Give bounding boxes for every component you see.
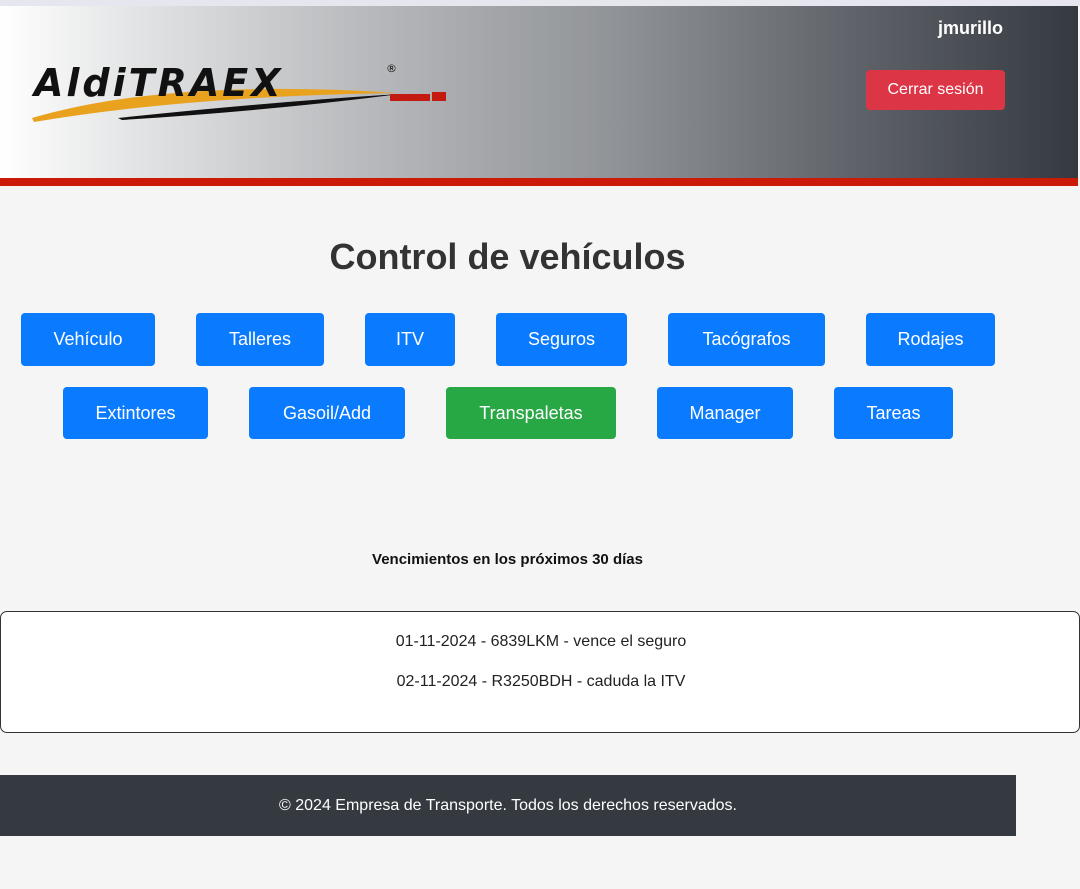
nav-button-tareas[interactable]: Tareas xyxy=(834,387,953,439)
expiration-item: 01-11-2024 - 6839LKM - vence el seguro xyxy=(395,633,687,650)
page-title: Control de vehículos xyxy=(329,236,686,277)
username: jmurillo xyxy=(937,18,1003,38)
expirations-title: Vencimientos en los próximos 30 días xyxy=(372,551,643,568)
nav-button-manager[interactable]: Manager xyxy=(657,387,793,439)
nav-button-talleres[interactable]: Talleres xyxy=(196,313,324,366)
nav-button-tacografos[interactable]: Tacógrafos xyxy=(668,313,825,366)
nav-button-extintores[interactable]: Extintores xyxy=(63,387,208,439)
header-accent-bar xyxy=(0,178,1078,186)
company-logo: AldiTRAEX ® xyxy=(28,56,458,126)
nav-button-seguros[interactable]: Seguros xyxy=(496,313,627,366)
footer: © 2024 Empresa de Transporte. Todos los … xyxy=(0,775,1016,836)
svg-text:AldiTRAEX: AldiTRAEX xyxy=(31,61,284,105)
expiration-item: 02-11-2024 - R3250BDH - caduda la ITV xyxy=(396,673,686,690)
footer-text: © 2024 Empresa de Transporte. Todos los … xyxy=(279,797,737,814)
nav-button-rodajes[interactable]: Rodajes xyxy=(866,313,995,366)
svg-text:®: ® xyxy=(386,62,397,75)
nav-button-vehiculo[interactable]: Vehículo xyxy=(21,313,155,366)
logout-button[interactable]: Cerrar sesión xyxy=(866,70,1005,110)
nav-button-transpaletas[interactable]: Transpaletas xyxy=(446,387,616,439)
header: AldiTRAEX ® jmurillo Cerrar sesión xyxy=(0,6,1078,178)
nav-button-itv[interactable]: ITV xyxy=(365,313,455,366)
expirations-list: 01-11-2024 - 6839LKM - vence el seguro 0… xyxy=(0,611,1080,733)
nav-button-gasoil-add[interactable]: Gasoil/Add xyxy=(249,387,405,439)
